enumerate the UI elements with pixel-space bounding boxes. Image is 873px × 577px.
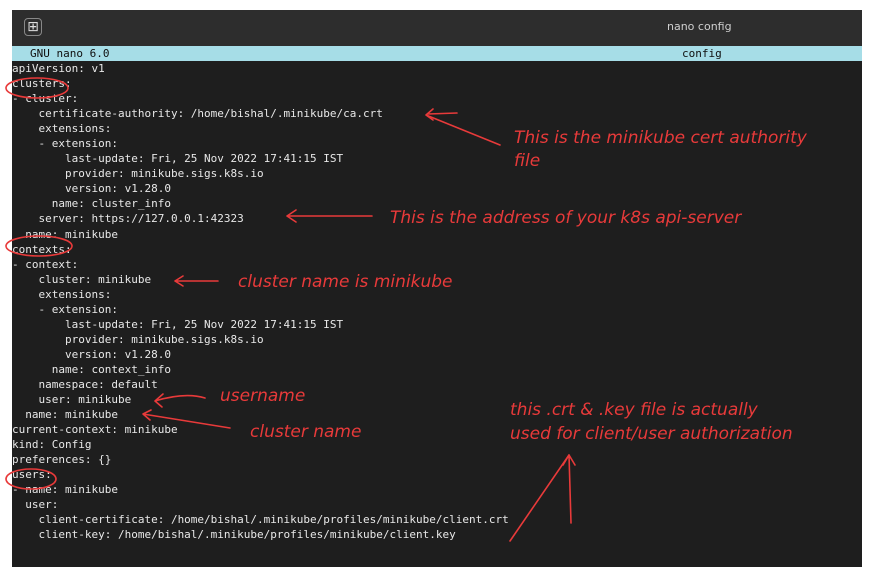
config-line: provider: minikube.sigs.k8s.io <box>12 332 264 346</box>
config-line: client-certificate: /home/bishal/.miniku… <box>12 513 509 527</box>
config-line: last-update: Fri, 25 Nov 2022 17:41:15 I… <box>12 152 344 166</box>
config-line: apiVersion: v1 <box>12 62 105 75</box>
config-line: extensions: <box>12 122 112 136</box>
new-tab-icon[interactable]: ⊞ <box>24 18 42 36</box>
config-line: name: context_info <box>12 362 171 376</box>
config-line: client-key: /home/bishal/.minikube/profi… <box>12 528 456 542</box>
config-line: - cluster: <box>12 92 79 106</box>
window-title: nano config <box>667 20 732 33</box>
editor-buffer[interactable]: apiVersion: v1 clusters: - cluster: certif… <box>12 61 862 543</box>
config-line: clusters: <box>12 77 72 91</box>
config-line: user: minikube <box>12 393 132 407</box>
nano-status-bar: GNU nano 6.0 config <box>12 46 862 61</box>
config-line: preferences: {} <box>12 453 112 467</box>
config-line: user: <box>12 498 59 512</box>
config-line: name: minikube <box>12 408 118 422</box>
config-line: certificate-authority: /home/bishal/.min… <box>12 107 383 121</box>
config-line: users: <box>12 468 52 482</box>
nano-filename: config <box>682 47 722 60</box>
config-line: - name: minikube <box>12 483 118 497</box>
config-line: name: cluster_info <box>12 197 171 211</box>
config-line: - extension: <box>12 137 118 151</box>
config-line: current-context: minikube <box>12 423 178 437</box>
config-line: namespace: default <box>12 377 158 391</box>
config-line: contexts: <box>12 242 72 256</box>
config-line: kind: Config <box>12 438 92 452</box>
config-line: provider: minikube.sigs.k8s.io <box>12 167 264 181</box>
config-line: extensions: <box>12 287 112 301</box>
config-line: version: v1.28.0 <box>12 347 171 361</box>
config-line: - context: <box>12 257 79 271</box>
config-line: version: v1.28.0 <box>12 182 171 196</box>
config-line: server: https://127.0.0.1:42323 <box>12 212 244 226</box>
config-line: - extension: <box>12 302 118 316</box>
config-line: cluster: minikube <box>12 272 152 286</box>
title-bar: ⊞ nano config <box>12 10 862 46</box>
config-line: last-update: Fri, 25 Nov 2022 17:41:15 I… <box>12 317 344 331</box>
nano-version: GNU nano 6.0 <box>30 47 110 60</box>
config-line: name: minikube <box>12 227 118 241</box>
terminal-window: ⊞ nano config GNU nano 6.0 config apiVer… <box>12 10 862 567</box>
